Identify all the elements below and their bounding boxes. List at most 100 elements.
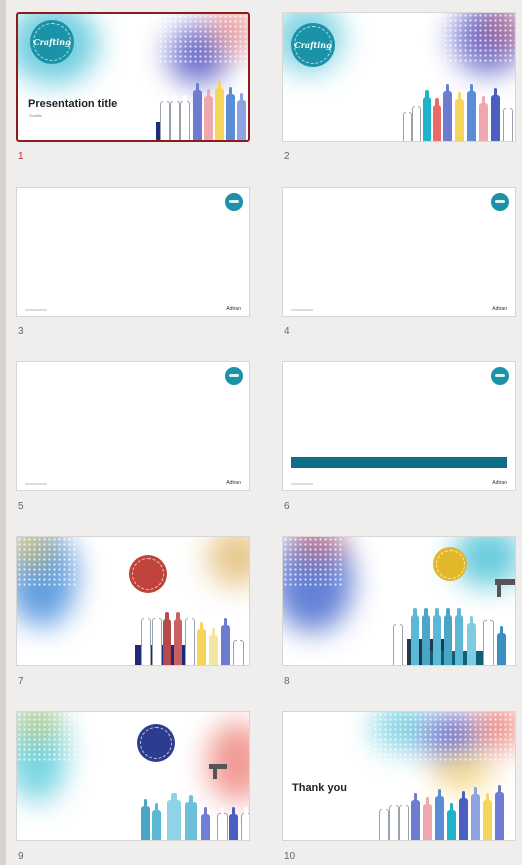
badge-icon	[433, 547, 467, 581]
bottle-icon	[233, 634, 244, 665]
bottle-icon	[193, 83, 202, 140]
bottle-icon	[503, 102, 513, 141]
slide-thumbnail-9[interactable]	[16, 711, 250, 841]
bottle-icon	[423, 90, 431, 141]
slide-thumbnail-1[interactable]: Crafting Presentation title Subtitle	[16, 12, 250, 142]
bottle-icon	[422, 608, 430, 665]
slide-thumbnail-6[interactable]: Adtran	[282, 361, 516, 491]
bottle-icon	[403, 106, 412, 141]
footer-brand: Adtran	[226, 480, 241, 486]
bottle-icon	[497, 626, 506, 665]
footer-text	[291, 309, 313, 311]
bottle-icon	[237, 93, 246, 140]
bottle-icon	[163, 612, 171, 665]
slide-thumbnail-4[interactable]: Adtran	[282, 187, 516, 317]
dot-pattern	[283, 537, 343, 587]
slide-number-1: 1	[18, 151, 24, 162]
bottle-icon	[411, 608, 419, 665]
slide-thumbnail-5[interactable]: Adtran	[16, 361, 250, 491]
footer-brand: Adtran	[226, 306, 241, 312]
bottle-icon	[185, 795, 197, 840]
slide-thumbnail-8[interactable]	[282, 536, 516, 666]
bottle-icon	[180, 95, 190, 140]
bottle-icon	[170, 95, 180, 140]
slide-number-2: 2	[284, 151, 290, 162]
bottle-icon	[433, 98, 441, 141]
gradient-blob	[207, 722, 249, 802]
slide-number-3: 3	[18, 326, 24, 337]
bottle-icon	[201, 807, 210, 840]
slide-thumbnail-7[interactable]	[16, 536, 250, 666]
bottle-icon	[241, 807, 249, 840]
slide-number-9: 9	[18, 851, 24, 862]
bottle-icon	[197, 622, 206, 665]
crafting-badge-icon: Crafting	[30, 20, 74, 64]
bottle-icon	[412, 100, 421, 141]
slide-title: Thank you	[292, 782, 348, 794]
bottle-icon	[141, 612, 151, 665]
bottle-icon	[411, 793, 420, 840]
slide-title: Presentation title	[28, 98, 118, 110]
bottle-icon	[185, 612, 195, 665]
slide-number-5: 5	[18, 501, 24, 512]
bottle-icon	[467, 84, 476, 141]
slide-number-8: 8	[284, 676, 290, 687]
bottle-icon	[229, 807, 238, 840]
tap-icon	[213, 769, 217, 779]
bottle-icon	[389, 799, 399, 840]
bottle-icon	[433, 608, 441, 665]
bottle-icon	[209, 628, 218, 665]
footer-text	[25, 483, 47, 485]
bottle-icon	[160, 95, 170, 140]
crafting-badge-icon: Crafting	[291, 23, 335, 67]
badge-text: Crafting	[33, 23, 71, 61]
dot-pattern	[443, 13, 515, 63]
slide-thumbnail-10[interactable]: Thank you	[282, 711, 516, 841]
bottle-icon	[447, 803, 456, 840]
dot-pattern	[158, 14, 248, 64]
bottle-icon	[471, 787, 480, 840]
bottle-icon	[455, 608, 463, 665]
tap-icon	[209, 764, 227, 769]
bottle-icon	[217, 807, 228, 840]
bottle-icon	[393, 618, 403, 665]
bottle-icon	[399, 799, 409, 840]
badge-icon	[491, 367, 509, 385]
bottle-icon	[483, 793, 492, 840]
bottle-icon	[495, 785, 504, 840]
bottle-icon	[444, 608, 452, 665]
bottle-icon	[215, 81, 224, 140]
bottle-icon	[152, 803, 161, 840]
slide-number-4: 4	[284, 326, 290, 337]
badge-icon	[225, 193, 243, 211]
slide-subtitle: Subtitle	[29, 113, 43, 118]
badge-icon	[225, 367, 243, 385]
slide-thumbnail-3[interactable]: Adtran	[16, 187, 250, 317]
bottle-icon	[221, 618, 230, 665]
slide-number-7: 7	[18, 676, 24, 687]
badge-icon	[129, 555, 167, 593]
bottle-icon	[435, 789, 444, 840]
footer-brand: Adtran	[492, 480, 507, 486]
bottle-icon	[141, 799, 150, 840]
footer-text	[291, 483, 313, 485]
footer-text	[25, 309, 47, 311]
bottle-icon	[174, 612, 182, 665]
dot-pattern	[17, 537, 77, 587]
bottle-icon	[379, 803, 389, 840]
bottle-icon	[443, 84, 452, 141]
slide-thumbnail-2[interactable]: Crafting	[282, 12, 516, 142]
dot-pattern	[373, 712, 515, 762]
slide-number-6: 6	[284, 501, 290, 512]
bottle-icon	[467, 616, 476, 665]
bottle-icon	[483, 614, 494, 665]
bottle-icon	[167, 793, 181, 840]
footer-brand: Adtran	[492, 306, 507, 312]
slide-number-10: 10	[284, 851, 296, 862]
dot-pattern	[17, 712, 77, 762]
bottle-icon	[491, 88, 500, 141]
badge-icon	[137, 724, 175, 762]
bottle-icon	[204, 89, 213, 140]
badge-icon	[491, 193, 509, 211]
bottle-icon	[455, 92, 464, 141]
